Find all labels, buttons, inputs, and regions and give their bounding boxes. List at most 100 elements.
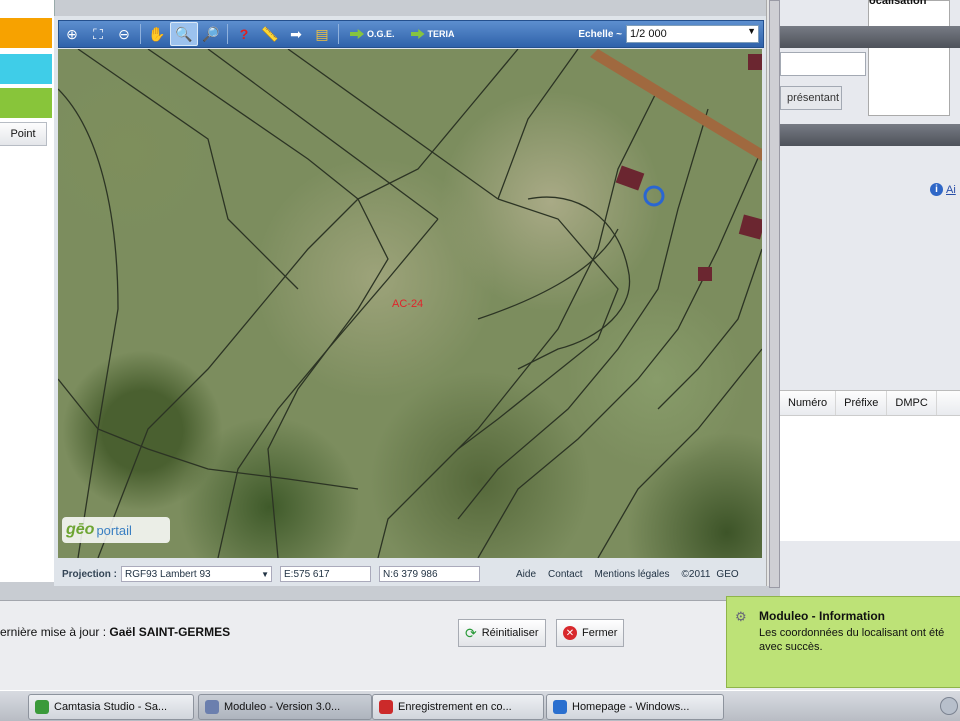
taskbar-item-browser[interactable]: Homepage - Windows... <box>546 694 724 720</box>
toolbar-separator <box>140 24 141 44</box>
map-window: ⊕ ⛶ ⊖ ✋ 🔍 🔎 ? 📏 ➡ ▤ O.G.E. TERIA Echelle… <box>54 16 766 586</box>
projection-value: RGF93 Lambert 93 <box>125 568 211 580</box>
orange-menu-bar[interactable] <box>0 18 52 48</box>
close-icon: ✕ <box>563 626 577 640</box>
mentions-link[interactable]: Mentions légales <box>595 569 670 580</box>
projection-select[interactable]: RGF93 Lambert 93 ▼ <box>121 566 273 582</box>
contact-link[interactable]: Contact <box>548 569 582 580</box>
north-value: N:6 379 986 <box>383 568 438 580</box>
last-update: ernière mise à jour : Gaël SAINT-GERMES <box>0 625 230 639</box>
zoom-out-rect-icon[interactable]: ⊖ <box>111 23 137 45</box>
pan-hand-icon[interactable]: ✋ <box>144 23 170 45</box>
teria-link[interactable]: TERIA <box>410 29 455 39</box>
parcel-line <box>147 49 359 200</box>
map-area[interactable]: AC-24 gēo portail <box>58 49 762 558</box>
parcel-table: Numéro Préfixe DMPC <box>780 390 960 541</box>
column-header[interactable]: DMPC <box>887 391 937 415</box>
geoportail-logo[interactable]: gēo portail <box>62 517 170 543</box>
geoportail-logo-ge: gēo <box>66 521 95 538</box>
parcel-line <box>477 148 762 558</box>
close-button[interactable]: ✕ Fermer <box>556 619 625 647</box>
map-scrollbar[interactable] <box>766 0 781 588</box>
projection-label: Projection : <box>62 568 118 580</box>
east-coordinate: E:575 617 <box>280 566 372 582</box>
panel-header <box>780 124 960 146</box>
zoom-in-icon[interactable]: 🔍 <box>170 22 198 46</box>
echelle-label: Echelle ~ <box>578 28 622 40</box>
parcel-line <box>497 49 579 200</box>
table-header: Numéro Préfixe DMPC <box>780 391 960 416</box>
close-label: Fermer <box>582 627 618 639</box>
refresh-icon: ⟳ <box>465 624 477 641</box>
notification-popup[interactable]: ⚙ Moduleo - Information Les coordonnées … <box>726 596 960 688</box>
zoom-in-rect-icon[interactable]: ⊕ <box>59 23 85 45</box>
taskbar-scroll-icon[interactable] <box>940 697 958 715</box>
aide-link[interactable]: Aide <box>516 569 536 580</box>
oge-label: O.G.E. <box>367 29 395 39</box>
recording-icon <box>379 700 393 714</box>
map-toolbar: ⊕ ⛶ ⊖ ✋ 🔍 🔎 ? 📏 ➡ ▤ O.G.E. TERIA Echelle… <box>58 20 764 48</box>
taskbar-label: Enregistrement en co... <box>398 701 512 713</box>
parcel-line <box>58 88 119 558</box>
cyan-menu-bar[interactable] <box>0 54 52 84</box>
parcel-line <box>377 88 659 558</box>
column-header[interactable]: Préfixe <box>836 391 888 415</box>
echelle-select[interactable]: 1/2 000 ▼ <box>626 25 759 43</box>
left-panel: Point <box>0 0 55 582</box>
localisation-box: ocalisation <box>868 0 950 116</box>
update-prefix: ernière mise à jour : <box>0 625 107 639</box>
column-header[interactable]: Numéro <box>780 391 837 415</box>
echelle-value: 1/2 000 <box>630 28 667 40</box>
reset-button[interactable]: ⟳ Réinitialiser <box>458 619 546 647</box>
localisation-text: ocalisation <box>869 0 927 7</box>
export-icon[interactable]: ➡ <box>283 23 309 45</box>
toolbar-separator <box>338 24 339 44</box>
green-menu-bar[interactable] <box>0 88 52 118</box>
update-user: Gaël SAINT-GERMES <box>109 625 231 639</box>
scroll-thumb[interactable] <box>769 0 780 588</box>
chevron-down-icon: ▼ <box>747 26 756 36</box>
panel-header <box>780 26 960 48</box>
full-extent-icon[interactable]: ⛶ <box>85 23 111 45</box>
geoportail-logo-text: portail <box>96 522 132 538</box>
moduleo-icon <box>205 700 219 714</box>
help-icon[interactable]: ? <box>231 23 257 45</box>
road <box>590 49 762 161</box>
layers-icon[interactable]: ▤ <box>309 23 335 45</box>
east-value: E:575 617 <box>284 568 330 580</box>
notification-body: Les coordonnées du localisant ont été av… <box>759 626 944 654</box>
search-input[interactable] <box>780 52 866 76</box>
taskbar-item-camtasia[interactable]: Camtasia Studio - Sa... <box>28 694 194 720</box>
camtasia-icon <box>35 700 49 714</box>
parcel-line <box>287 49 499 200</box>
info-icon: i <box>930 183 943 196</box>
chevron-down-icon: ▼ <box>261 569 270 579</box>
taskbar-label: Camtasia Studio - Sa... <box>54 701 168 713</box>
teria-label: TERIA <box>427 29 455 39</box>
reset-label: Réinitialiser <box>481 627 539 639</box>
representant-button[interactable]: présentant <box>780 86 842 110</box>
info-link[interactable]: i Ai <box>930 183 956 196</box>
oge-link[interactable]: O.G.E. <box>350 29 395 39</box>
toolbar-separator <box>227 24 228 44</box>
parcel-line <box>597 348 762 558</box>
notification-line: Les coordonnées du localisant ont été <box>759 627 945 639</box>
taskbar-label: Homepage - Windows... <box>572 701 690 713</box>
moduleo-icon: ⚙ <box>735 609 747 624</box>
notification-line: avec succès. <box>759 641 823 653</box>
parcel-line <box>267 198 389 558</box>
zoom-out-icon[interactable]: 🔎 <box>198 23 224 45</box>
green-arrow-icon <box>410 29 425 39</box>
parcel-label: AC-24 <box>392 298 424 310</box>
browser-icon <box>553 700 567 714</box>
taskbar-item-moduleo[interactable]: Moduleo - Version 3.0... <box>198 694 372 720</box>
copyright: ©2011 <box>681 568 711 580</box>
measure-icon[interactable]: 📏 <box>257 23 283 45</box>
parcel-line <box>457 108 709 520</box>
taskbar-item-recording[interactable]: Enregistrement en co... <box>372 694 544 720</box>
right-panel: ocalisation présentant i Ai Numéro Préfi… <box>780 0 960 600</box>
point-button[interactable]: Point <box>0 122 47 146</box>
parcel-line <box>97 198 359 558</box>
taskbar: Camtasia Studio - Sa... Moduleo - Versio… <box>0 690 960 721</box>
map-status-bar: Projection : RGF93 Lambert 93 ▼ E:575 61… <box>58 564 762 584</box>
